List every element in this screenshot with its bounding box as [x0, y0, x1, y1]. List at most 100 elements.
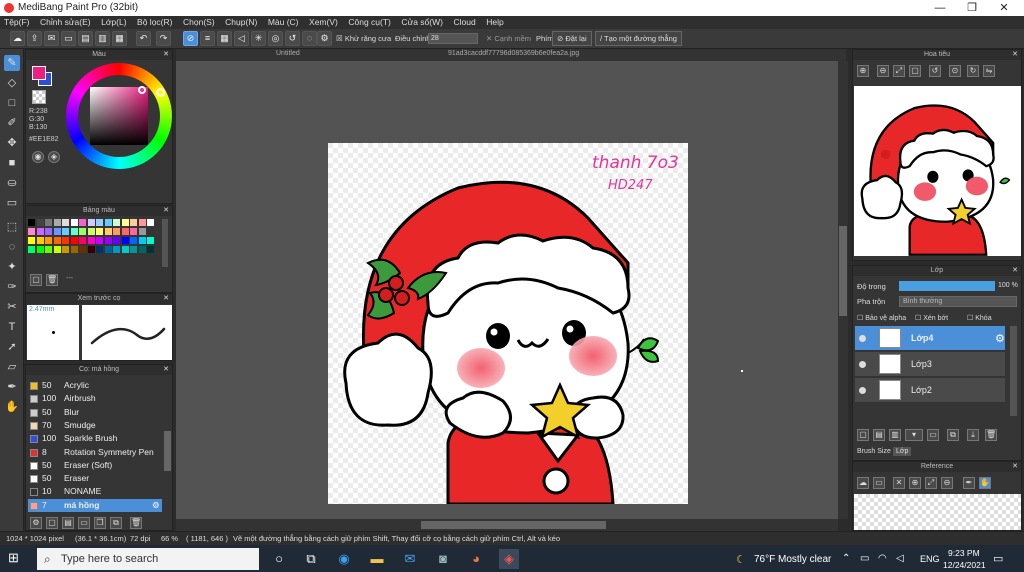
sv-cursor[interactable]	[138, 86, 146, 94]
palette-swatch[interactable]	[36, 228, 44, 235]
ref-cloud-icon[interactable]: ☁	[857, 477, 869, 489]
palette-swatch[interactable]	[28, 237, 35, 244]
cloud-icon[interactable]: ☁	[10, 31, 25, 46]
palette-grid[interactable]	[28, 219, 156, 263]
brush-settings-icon[interactable]: ⚙	[152, 499, 160, 512]
vertical-scrollbar[interactable]	[838, 61, 848, 519]
horizontal-scrollbar[interactable]	[176, 519, 838, 531]
divide-tool-icon[interactable]: ▱	[4, 359, 20, 375]
palette-swatch[interactable]	[45, 228, 52, 235]
comment-icon[interactable]: ▭	[61, 31, 76, 46]
visibility-icon[interactable]	[859, 335, 866, 342]
brush-scrollbar[interactable]	[164, 431, 171, 471]
delete-color-icon[interactable]: 🗑	[46, 274, 58, 286]
panel-icon[interactable]: ▥	[95, 31, 110, 46]
palette-swatch[interactable]	[62, 237, 69, 244]
snap-grid-icon[interactable]: ▦	[217, 31, 232, 46]
ref-fit-icon[interactable]: ⤢	[925, 477, 937, 489]
brush-item[interactable]: 100 Sparkle Brush	[28, 432, 162, 445]
palette-swatch[interactable]	[62, 228, 69, 235]
wifi-icon[interactable]: ◠	[878, 553, 887, 564]
menu-window[interactable]: Cửa sổ(W)	[397, 16, 447, 29]
snap-curve-icon[interactable]: ↺	[285, 31, 300, 46]
menu-help[interactable]: Help	[482, 16, 507, 29]
close-button[interactable]: ✕	[988, 0, 1020, 16]
file-explorer-icon[interactable]: ▬	[367, 549, 387, 569]
snap-parallel-icon[interactable]: ≡	[200, 31, 215, 46]
cortana-icon[interactable]: ○	[269, 549, 289, 569]
menu-snap[interactable]: Chụp(N)	[221, 16, 261, 29]
snap-circle-icon[interactable]: ◎	[268, 31, 283, 46]
reference-view[interactable]	[854, 494, 1021, 530]
operation-tool-icon[interactable]: ➚	[4, 339, 20, 355]
weather-text[interactable]: 76°F Mostly clear	[754, 554, 831, 565]
magic-wand-icon[interactable]: ✦	[4, 259, 20, 275]
close-icon[interactable]: ✕	[163, 294, 169, 304]
ref-eyedropper-icon[interactable]: ✒	[963, 477, 975, 489]
layer-scrollbar[interactable]	[1010, 326, 1017, 416]
palette-swatch[interactable]	[87, 228, 95, 235]
layer-row[interactable]: Lớp2	[855, 378, 1005, 403]
tray-chevron-icon[interactable]: ⌃	[842, 553, 850, 564]
brush-item[interactable]: 70 Smudge	[28, 419, 162, 432]
duplicate-layer-icon[interactable]: ⧉	[947, 429, 959, 441]
clock-time[interactable]: 9:23 PM	[948, 548, 980, 558]
palette-swatch[interactable]	[96, 237, 103, 244]
close-icon[interactable]: ✕	[163, 206, 169, 216]
palette-swatch[interactable]	[130, 228, 137, 235]
vertical-scroll-thumb[interactable]	[839, 226, 847, 316]
brush-item[interactable]: 8 Rotation Symmetry Pen	[28, 446, 162, 459]
brush-item[interactable]: 100 Airbrush	[28, 392, 162, 405]
lock-checkbox[interactable]: ☐ Khóa	[967, 314, 992, 322]
palette-swatch[interactable]	[138, 219, 146, 226]
brush-tool-icon[interactable]: ✎	[4, 55, 20, 71]
palette-swatch[interactable]	[45, 237, 52, 244]
palette-swatch[interactable]	[53, 246, 61, 253]
close-icon[interactable]: ✕	[163, 365, 169, 375]
palette-swatch[interactable]	[36, 246, 44, 253]
soft-edge-checkbox[interactable]: ✕ Cạnh mềm	[486, 34, 531, 43]
layer-tab[interactable]: Lớp	[893, 447, 912, 456]
palette-swatch[interactable]	[147, 246, 154, 253]
visibility-icon[interactable]	[859, 387, 866, 394]
menu-edit[interactable]: Chỉnh sửa(E)	[36, 16, 95, 29]
hue-cursor[interactable]	[156, 88, 165, 97]
menu-tools[interactable]: Công cụ(T)	[344, 16, 395, 29]
menu-file[interactable]: Tệp(F)	[0, 16, 34, 29]
palette-swatch[interactable]	[79, 246, 86, 253]
brush-size-tab[interactable]: Brush Size	[857, 448, 891, 455]
foreground-color[interactable]	[32, 66, 46, 80]
select-pen-icon[interactable]: ✑	[4, 279, 20, 295]
menu-select[interactable]: Chọn(S)	[179, 16, 219, 29]
palette-swatch[interactable]	[104, 228, 112, 235]
palette-swatch[interactable]	[138, 237, 146, 244]
taskbar-search[interactable]: ⌕ Type here to search	[37, 548, 259, 570]
flip-icon[interactable]: ⇋	[983, 65, 995, 77]
ref-close-icon[interactable]: ✕	[893, 477, 905, 489]
palette-swatch[interactable]	[53, 237, 61, 244]
visibility-icon[interactable]	[859, 361, 866, 368]
close-icon[interactable]: ✕	[1012, 50, 1018, 60]
layer-settings-icon[interactable]: ⚙	[995, 332, 1005, 345]
reset-button[interactable]: ⊘ Đặt lại	[552, 31, 592, 46]
palette-swatch[interactable]	[113, 228, 120, 235]
merge-layer-icon[interactable]: ⤓	[967, 429, 979, 441]
clock-date[interactable]: 12/24/2021	[943, 560, 986, 570]
brush-item[interactable]: 50 Eraser	[28, 472, 162, 485]
ref-zoom-out-icon[interactable]: ⊖	[941, 477, 953, 489]
zoom-in-icon[interactable]: ⊕	[857, 65, 869, 77]
close-icon[interactable]: ✕	[1012, 462, 1018, 472]
straight-line-button[interactable]: / Tạo một đường thẳng	[595, 31, 682, 46]
layer-folder-icon[interactable]: ▭	[927, 429, 939, 441]
layer-row[interactable]: Lớp4 ⚙	[855, 326, 1005, 351]
grid-icon[interactable]: ▤	[78, 31, 93, 46]
add-color-icon[interactable]: ▢	[30, 274, 42, 286]
rotate-reset-icon[interactable]: ⊙	[949, 65, 961, 77]
menu-layer[interactable]: Lớp(L)	[97, 16, 130, 29]
palette-swatch[interactable]	[45, 246, 52, 253]
blend-select[interactable]: Bình thường	[899, 296, 1017, 307]
palette-swatch[interactable]	[104, 237, 112, 244]
rotate-left-icon[interactable]: ↺	[929, 65, 941, 77]
edge-icon[interactable]: ◉	[334, 549, 354, 569]
delete-layer-icon[interactable]: 🗑	[985, 429, 997, 441]
